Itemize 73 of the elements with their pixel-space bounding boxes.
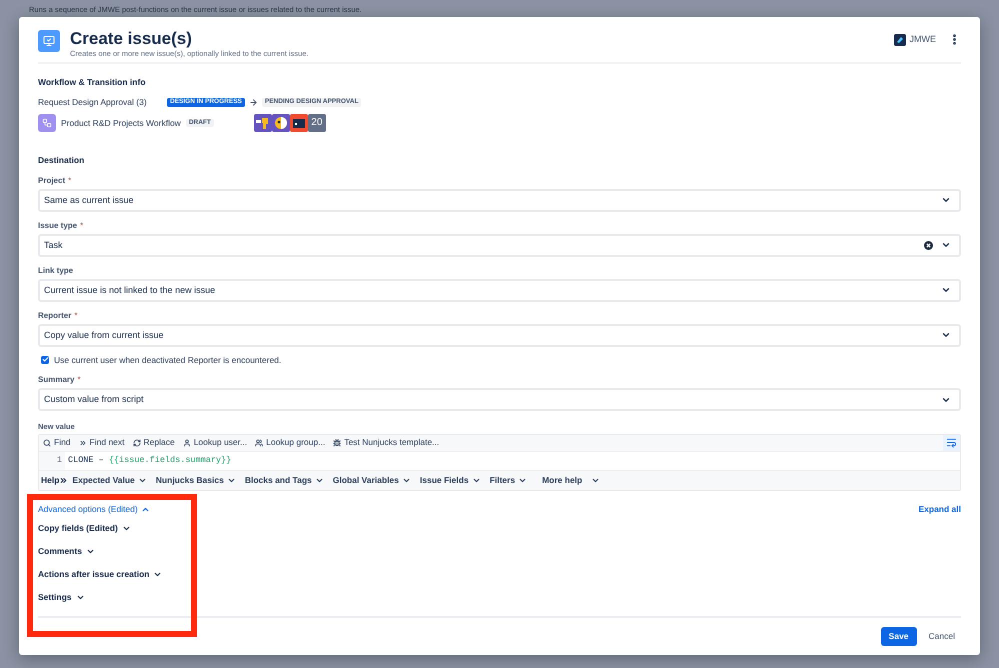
clear-icon[interactable] bbox=[924, 240, 933, 250]
dialog-title: Create issue(s) bbox=[70, 29, 193, 49]
section-toggle[interactable]: Actions after issue creation bbox=[38, 570, 162, 578]
required-mark: * bbox=[77, 376, 81, 384]
section-heading: Destination bbox=[38, 156, 86, 164]
chevrons-right-icon bbox=[59, 476, 68, 484]
help-menu[interactable]: Issue Fields bbox=[420, 476, 481, 484]
dialog-app-icon bbox=[38, 30, 60, 52]
field-label: Project bbox=[38, 176, 66, 184]
select-field[interactable]: Same as current issue bbox=[38, 188, 961, 212]
select-field[interactable]: Current issue is not linked to the new issue bbox=[38, 278, 961, 302]
checkbox[interactable] bbox=[41, 356, 49, 364]
toolbar-button[interactable]: Find bbox=[43, 438, 71, 447]
user-icon bbox=[182, 438, 191, 446]
users-icon bbox=[255, 438, 264, 446]
required-mark: * bbox=[68, 176, 72, 184]
wrap-text-icon bbox=[946, 437, 957, 448]
code-line: CLONE – {{issue.fields.summary}} bbox=[67, 456, 232, 465]
checkbox-label: Use current user when deactivated Reporter is encountered. bbox=[54, 356, 282, 364]
app-name: JMWE bbox=[910, 35, 936, 44]
field-label: Reporter bbox=[38, 312, 72, 320]
required-mark: * bbox=[80, 222, 84, 230]
search-icon bbox=[43, 438, 51, 446]
help-menu[interactable]: Global Variables bbox=[332, 476, 411, 484]
line-number: 1 bbox=[39, 452, 65, 470]
expand-all-link[interactable]: Expand all bbox=[918, 504, 961, 514]
workflow-name: Product R&D Projects Workflow bbox=[61, 118, 181, 128]
primary-button[interactable]: Save bbox=[880, 626, 917, 646]
select-value: Copy value from current issue bbox=[44, 330, 165, 340]
select-value: Task bbox=[44, 240, 64, 250]
section-heading: Workflow & Transition info bbox=[38, 78, 147, 86]
section-toggle[interactable]: Copy fields (Edited) bbox=[38, 524, 131, 532]
chevron-down-icon bbox=[941, 240, 951, 250]
select-value: Current issue is not linked to the new issue bbox=[44, 286, 216, 294]
select-field[interactable]: Copy value from current issue bbox=[38, 324, 961, 346]
double-chevron-icon bbox=[78, 438, 87, 446]
workflow-icon bbox=[38, 114, 56, 132]
chevron-down-icon bbox=[941, 195, 951, 205]
arrow-right-icon bbox=[248, 98, 258, 107]
help-menu[interactable]: Nunjucks Basics bbox=[156, 476, 236, 484]
app-tile-icon bbox=[290, 114, 308, 132]
app-tile-icon bbox=[254, 114, 272, 132]
app-tile-icon bbox=[272, 114, 290, 132]
section-toggle[interactable]: Settings bbox=[38, 592, 85, 602]
field-label: Summary bbox=[38, 376, 74, 384]
select-field[interactable]: Task bbox=[38, 234, 961, 256]
transition-name: Request Design Approval (3) bbox=[38, 98, 148, 107]
toolbar-button[interactable]: Find next bbox=[78, 438, 125, 447]
help-menu[interactable]: Blocks and Tags bbox=[244, 476, 324, 484]
chevron-down-icon bbox=[941, 330, 951, 340]
toolbar-button[interactable]: Replace bbox=[132, 438, 175, 447]
app-logo-icon bbox=[894, 34, 906, 46]
app-count-tile: 20 bbox=[308, 114, 326, 132]
advanced-options-toggle[interactable]: Advanced options (Edited) bbox=[38, 504, 150, 514]
wrap-text-button[interactable] bbox=[943, 434, 960, 450]
toolbar-button[interactable]: Test Nunjucks template... bbox=[333, 438, 440, 447]
select-field[interactable]: Custom value from script bbox=[38, 388, 961, 411]
field-label: Issue type bbox=[38, 222, 78, 230]
help-menu[interactable]: Expected Value bbox=[72, 476, 147, 484]
toolbar-button[interactable]: Lookup group... bbox=[255, 438, 326, 447]
field-label: Link type bbox=[38, 266, 74, 274]
help-label: Help bbox=[41, 476, 60, 484]
select-value: Same as current issue bbox=[44, 196, 135, 204]
help-menu[interactable]: More help bbox=[542, 476, 600, 484]
bug-icon bbox=[333, 438, 342, 446]
toolbar-button[interactable]: Lookup user... bbox=[182, 438, 248, 447]
required-mark: * bbox=[74, 312, 78, 320]
chevron-down-icon bbox=[941, 285, 951, 295]
help-menu[interactable]: Filters bbox=[490, 476, 528, 484]
select-value: Custom value from script bbox=[44, 395, 145, 404]
section-toggle[interactable]: Comments bbox=[38, 546, 95, 556]
refresh-icon bbox=[132, 438, 141, 446]
subtle-button[interactable]: Cancel bbox=[922, 626, 961, 646]
